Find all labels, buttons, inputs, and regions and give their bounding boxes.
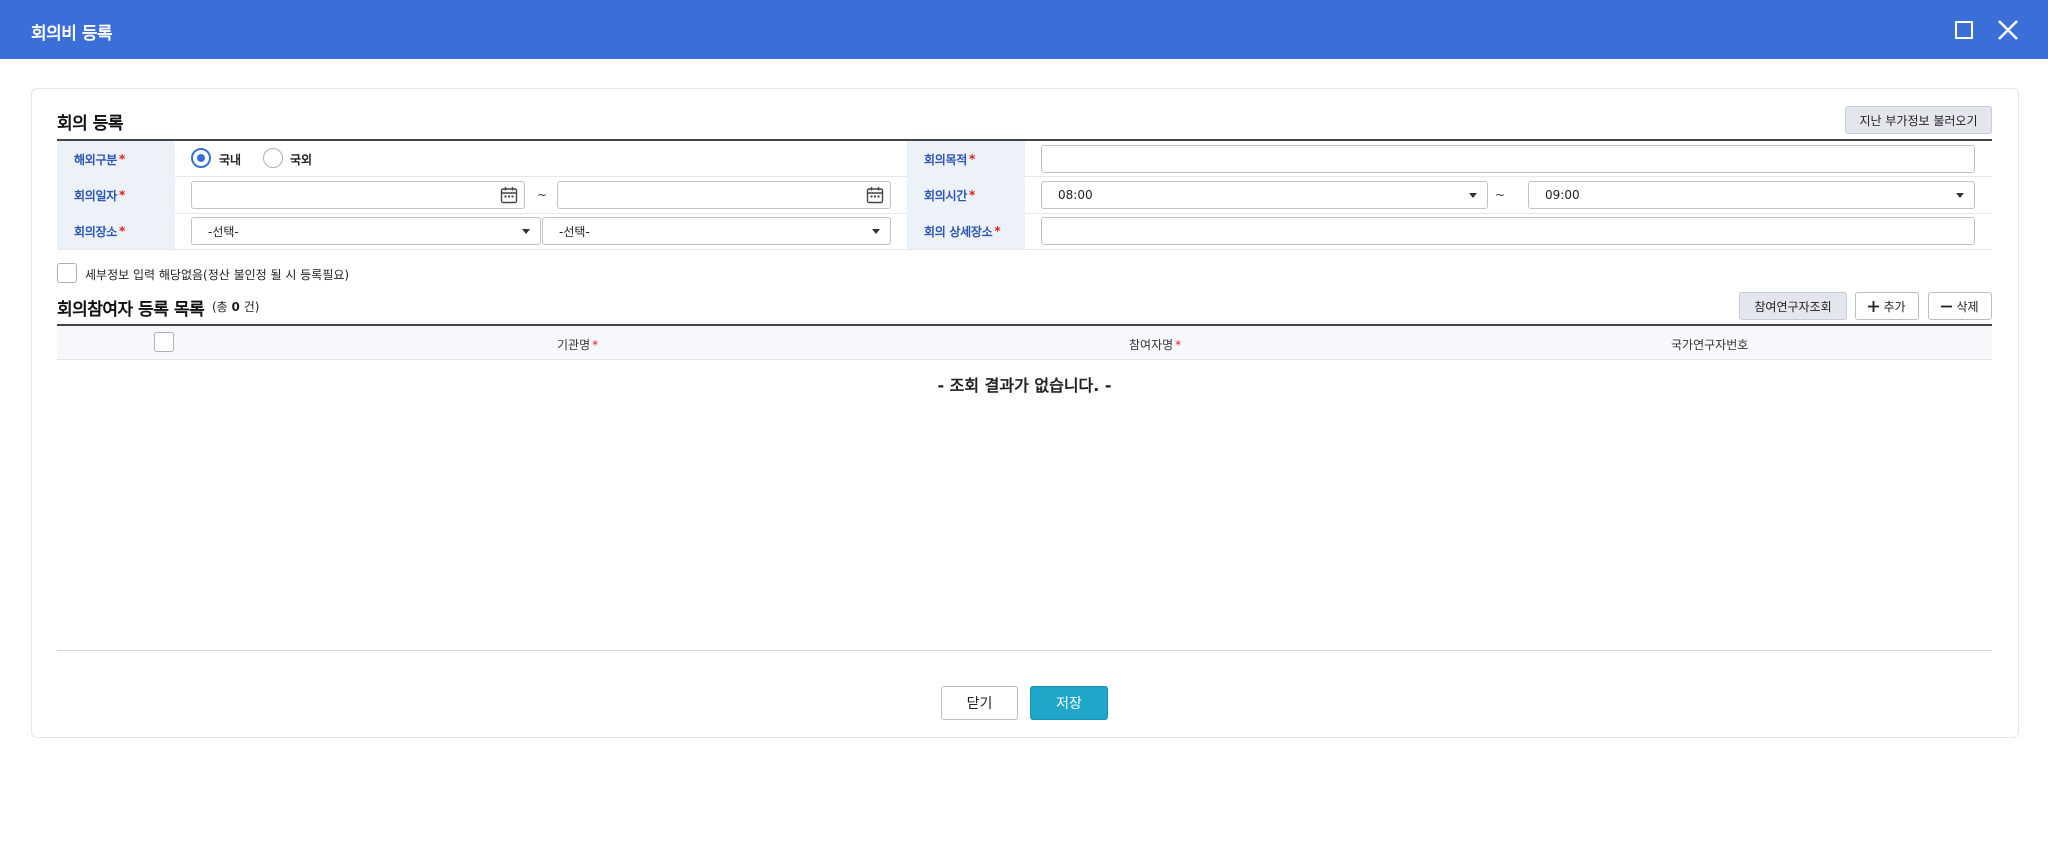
date-to-input[interactable] [557, 181, 891, 209]
time-label: 회의시간 * [907, 177, 1025, 213]
domestic-label: 해외구분 * [57, 141, 175, 177]
close-button[interactable]: 닫기 [941, 686, 1018, 720]
close-icon[interactable] [1996, 18, 2020, 42]
row-divider [57, 249, 1992, 250]
window-titlebar: 회의비 등록 [0, 0, 2048, 59]
search-participants-button[interactable]: 참여연구자조회 [1739, 292, 1847, 320]
detail-place-input[interactable] [1041, 217, 1975, 245]
load-previous-info-button[interactable]: 지난 부가정보 불러오기 [1845, 106, 1992, 134]
radio-overseas[interactable] [263, 148, 283, 168]
purpose-label: 회의목적 * [907, 141, 1025, 177]
calendar-icon[interactable] [500, 186, 518, 204]
table-bottom-border [57, 650, 1992, 651]
add-participant-button[interactable]: 추가 [1855, 292, 1919, 320]
empty-result-message: - 조회 결과가 없습니다. - [937, 376, 1112, 395]
minus-icon [1941, 305, 1953, 307]
date-range-tilde: ~ [537, 188, 548, 202]
save-button[interactable]: 저장 [1030, 686, 1108, 720]
meeting-section-title: 회의 등록 [57, 114, 123, 134]
chevron-down-icon [1469, 193, 1477, 198]
maximize-icon[interactable] [1955, 21, 1973, 39]
participants-table-header: 기관명 * 참여자명 * 국가연구자번호 [57, 324, 1992, 360]
radio-overseas-label: 국외 [290, 153, 313, 167]
no-detail-checkbox-label: 세부정보 입력 해당없음(정산 불인정 될 시 등록필요) [85, 268, 350, 282]
radio-domestic[interactable] [191, 148, 211, 168]
time-to-select[interactable]: 09:00 [1528, 181, 1975, 209]
date-label: 회의일자 * [57, 177, 175, 213]
time-from-select[interactable]: 08:00 [1041, 181, 1488, 209]
plus-icon [1868, 300, 1880, 312]
detail-place-label: 회의 상세장소 * [907, 213, 1025, 249]
radio-domestic-label: 국내 [219, 153, 242, 167]
column-header-institution: 기관명 * [557, 338, 599, 352]
calendar-icon[interactable] [866, 186, 884, 204]
chevron-down-icon [872, 229, 880, 234]
place-select-secondary[interactable]: -선택- [542, 217, 891, 245]
place-label: 회의장소 * [57, 213, 175, 249]
purpose-input[interactable] [1041, 145, 1975, 173]
chevron-down-icon [522, 229, 530, 234]
time-range-tilde: ~ [1495, 188, 1506, 202]
place-select-primary[interactable]: -선택- [191, 217, 541, 245]
window-title: 회의비 등록 [31, 24, 113, 44]
column-header-researcher-number: 국가연구자번호 [1671, 338, 1749, 352]
column-header-participant-name: 참여자명 * [1129, 338, 1182, 352]
participants-section-title: 회의참여자 등록 목록 [57, 300, 205, 320]
chevron-down-icon [1956, 193, 1964, 198]
no-detail-checkbox[interactable] [57, 263, 77, 283]
participants-count: (총 0 건) [212, 300, 260, 314]
select-all-checkbox[interactable] [154, 332, 174, 352]
delete-participant-button[interactable]: 삭제 [1928, 292, 1992, 320]
date-from-input[interactable] [191, 181, 525, 209]
